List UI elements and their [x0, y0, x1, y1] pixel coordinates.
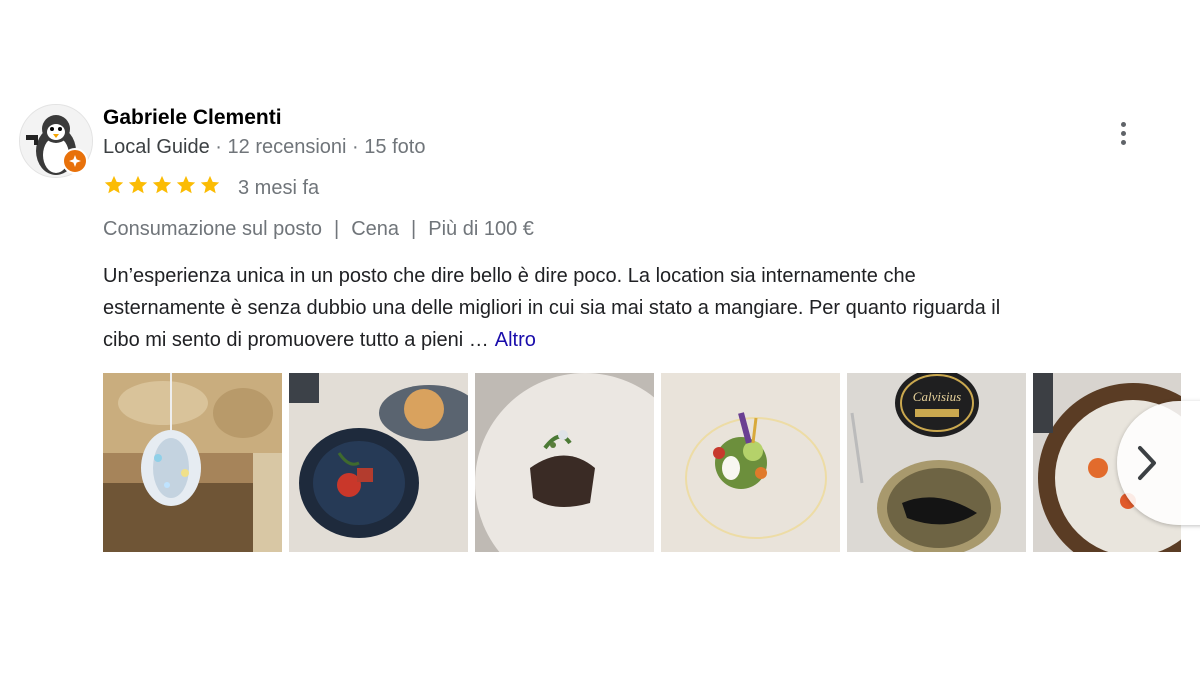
tag-dining-option: Consumazione sul posto: [103, 218, 323, 240]
local-guide-badge-icon: [62, 148, 88, 174]
reviewer-name[interactable]: Gabriele Clementi: [103, 106, 282, 130]
review-line: esternamente è senza dubbio una delle mi…: [103, 297, 1001, 319]
local-guide-label: Local Guide: [103, 136, 210, 158]
review-photo-meat-dish[interactable]: [475, 373, 654, 552]
review-date: 3 mesi fa: [238, 177, 320, 199]
tag-separator: |: [334, 218, 340, 240]
photo-count: 15 foto: [364, 136, 426, 158]
chevron-right-icon: [1138, 446, 1156, 480]
caviar-tin-label: Calvisius: [913, 389, 961, 404]
star-icon: [200, 175, 220, 194]
photo-gallery: Calvisius: [103, 373, 1181, 552]
visit-tags: Consumazione sul posto | Cena | Più di 100 €: [103, 218, 534, 241]
star-icon: [128, 175, 148, 194]
meta-separator: ·: [346, 136, 365, 158]
star-rating: [103, 174, 221, 196]
tag-separator: |: [411, 218, 417, 240]
review-photo-salad-dish[interactable]: [661, 373, 840, 552]
review-line-last: cibo mi sento di promuovere tutto a pien…: [103, 324, 1173, 356]
star-icon: [176, 175, 196, 194]
review-count: 12 recensioni: [227, 136, 347, 158]
review-line: Un’esperienza unica in un posto che dire…: [103, 265, 916, 287]
reviewer-meta: Local Guide · 12 recensioni · 15 foto: [103, 136, 425, 159]
tag-meal-type: Cena: [351, 218, 400, 240]
tag-price: Più di 100 €: [428, 218, 534, 240]
review-photo-caviar-tin[interactable]: Calvisius: [847, 373, 1026, 552]
star-icon: [104, 175, 124, 194]
meta-separator: ·: [209, 136, 228, 158]
more-vert-icon[interactable]: [1108, 118, 1138, 148]
star-icon: [152, 175, 172, 194]
more-link[interactable]: Altro: [495, 329, 536, 351]
review-text: Un’esperienza unica in un posto che dire…: [103, 260, 1173, 356]
review-photo-chandelier[interactable]: [103, 373, 282, 552]
review-line: cibo mi sento di promuovere tutto a pien…: [103, 329, 489, 351]
review-photo-tomato-dish[interactable]: [289, 373, 468, 552]
